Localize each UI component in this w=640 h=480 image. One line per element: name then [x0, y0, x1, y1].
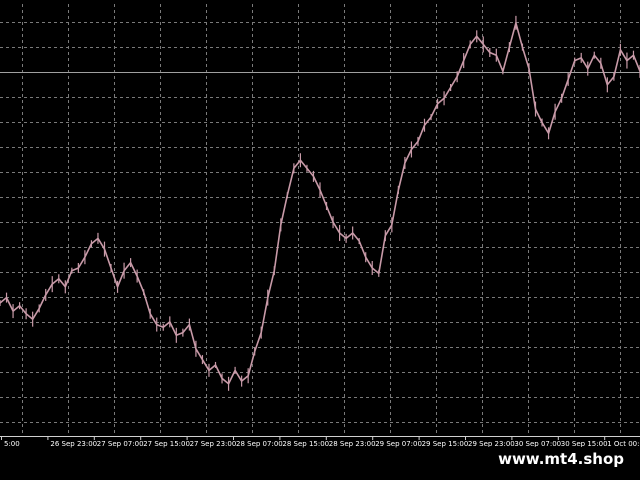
- time-axis-label: 28 Sep 07:00: [236, 440, 283, 448]
- chart-window[interactable]: 5:00 26 Sep 23:00 27 Sep 07:00 27 Sep 15:00…: [0, 0, 640, 480]
- time-axis-label: 5:00: [4, 440, 20, 448]
- time-axis-label: 28 Sep 15:00: [282, 440, 329, 448]
- time-axis-label: 28 Sep 23:00: [329, 440, 376, 448]
- time-axis-label: 27 Sep 23:00: [190, 440, 237, 448]
- price-chart[interactable]: 5:00 26 Sep 23:00 27 Sep 07:00 27 Sep 15:00…: [0, 0, 640, 480]
- price-line: [0, 22, 640, 385]
- grid-lines: [0, 4, 640, 435]
- time-axis-label: 27 Sep 15:00: [143, 440, 190, 448]
- time-axis-label: 27 Sep 07:00: [97, 440, 144, 448]
- time-axis-label: 29 Sep 15:00: [422, 440, 469, 448]
- watermark-text: www.mt4.shop: [488, 447, 634, 472]
- time-axis-label: 29 Sep 07:00: [375, 440, 422, 448]
- time-axis-label: 26 Sep 23:00: [50, 440, 97, 448]
